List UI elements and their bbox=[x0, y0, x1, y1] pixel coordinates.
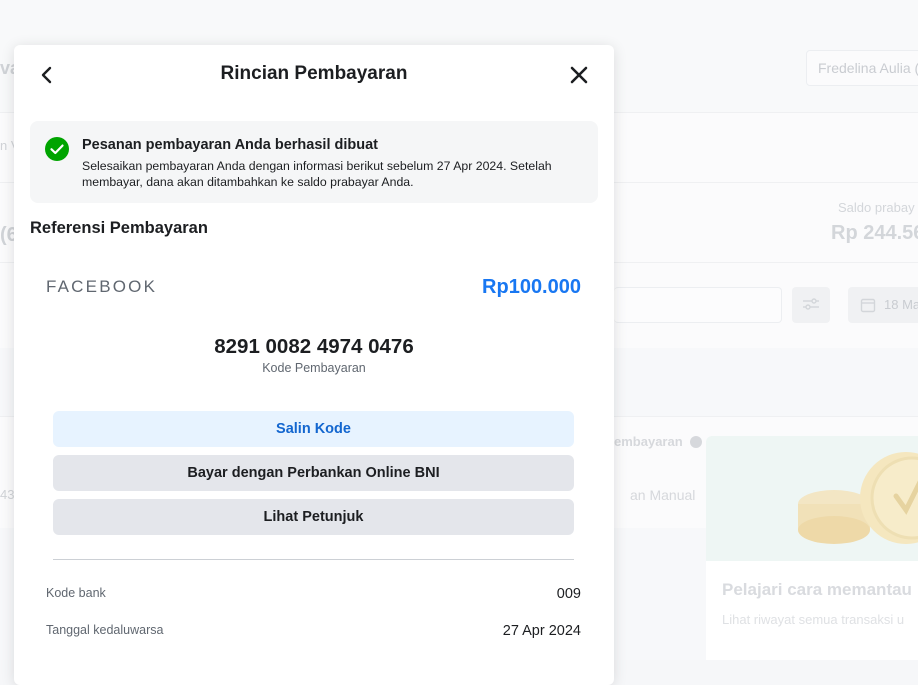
alert-body: Selesaikan pembayaran Anda dengan inform… bbox=[82, 159, 552, 189]
bg-card-illustration bbox=[706, 436, 918, 561]
detail-label: Tanggal kedaluwarsa bbox=[46, 623, 164, 637]
sliders-icon bbox=[803, 298, 819, 310]
bg-date-filter[interactable]: 18 Ma bbox=[848, 287, 918, 323]
info-icon bbox=[690, 436, 702, 448]
success-alert: Pesanan pembayaran Anda berhasil dibuat … bbox=[30, 121, 598, 203]
divider bbox=[53, 559, 574, 560]
payment-code: 8291 0082 4974 0476 bbox=[214, 335, 414, 358]
bg-saldo-value: Rp 244.56 bbox=[831, 222, 918, 244]
detail-value: 009 bbox=[556, 586, 581, 602]
merchant-name: FACEBOOK bbox=[46, 277, 158, 296]
detail-value: 27 Apr 2024 bbox=[502, 623, 581, 639]
section-title: Referensi Pembayaran bbox=[30, 219, 208, 237]
detail-label: Kode bank bbox=[46, 586, 106, 600]
modal-title: Rincian Pembayaran bbox=[220, 63, 408, 84]
close-button[interactable] bbox=[564, 60, 594, 90]
payment-code-label: Kode Pembayaran bbox=[262, 361, 366, 375]
close-icon bbox=[570, 66, 588, 84]
bg-card-subtitle: Lihat riwayat semua transaksi u bbox=[722, 612, 905, 627]
bg-edge-text: 43 bbox=[0, 487, 15, 502]
bg-filter-button[interactable] bbox=[792, 287, 830, 323]
bg-search-input[interactable] bbox=[614, 287, 782, 323]
bg-user-selector[interactable]: Fredelina Aulia ( bbox=[806, 50, 918, 86]
modal-header: Rincian Pembayaran bbox=[14, 45, 614, 105]
copy-code-button[interactable]: Salin Kode bbox=[53, 411, 574, 447]
view-instructions-button[interactable]: Lihat Petunjuk bbox=[53, 499, 574, 535]
bg-learn-card[interactable]: Pelajari cara memantau Lihat riwayat sem… bbox=[706, 436, 918, 660]
bg-date-text: 18 Ma bbox=[884, 297, 918, 312]
coins-illustration-icon bbox=[798, 452, 918, 544]
check-circle-icon bbox=[45, 137, 69, 161]
alert-title: Pesanan pembayaran Anda berhasil dibuat bbox=[82, 137, 378, 153]
payment-details-modal: Rincian Pembayaran Pesanan pembayaran An… bbox=[14, 45, 614, 685]
bg-column-label: embayaran bbox=[614, 434, 683, 449]
pay-online-bni-button[interactable]: Bayar dengan Perbankan Online BNI bbox=[53, 455, 574, 491]
payment-amount: Rp100.000 bbox=[482, 276, 581, 298]
bg-saldo-label: Saldo prabay bbox=[838, 200, 915, 215]
bg-card-title: Pelajari cara memantau bbox=[722, 580, 912, 599]
bg-method-text: an Manual bbox=[630, 487, 696, 503]
calendar-icon bbox=[860, 298, 876, 313]
